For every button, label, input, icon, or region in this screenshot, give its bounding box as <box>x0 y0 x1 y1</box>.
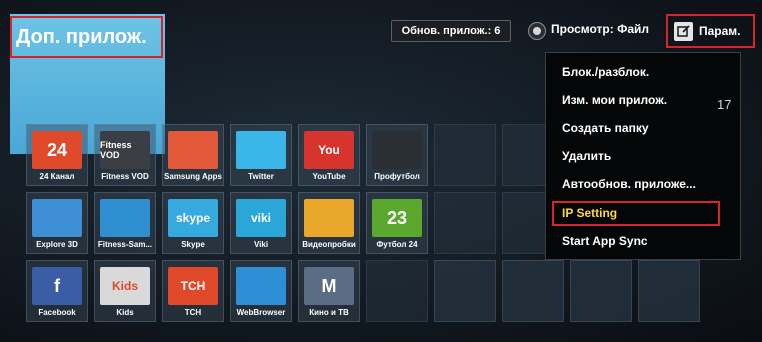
app-tile[interactable]: skype Skype <box>162 192 224 254</box>
app-tile-label: Кино и ТВ <box>309 308 349 317</box>
app-tile-label: Viki <box>253 240 269 249</box>
app-tile-label: Skype <box>181 240 205 249</box>
empty-slot <box>638 260 700 322</box>
app-tile-label: Explore 3D <box>36 240 78 249</box>
app-tile-label: Футбол 24 <box>376 240 418 249</box>
fitness-vod-icon: Fitness VOD <box>100 131 150 169</box>
app-tile-label: Facebook <box>38 308 76 317</box>
tv-24-icon: 24 <box>32 131 82 169</box>
samsung-apps-icon <box>168 131 218 169</box>
empty-slot <box>570 260 632 322</box>
app-tile[interactable]: Fitness-Sam... <box>94 192 156 254</box>
web-browser-icon <box>236 267 286 305</box>
menu-item[interactable]: Блок./разблок. <box>562 65 649 79</box>
menu-item[interactable]: Создать папку <box>562 121 649 135</box>
update-apps-button[interactable]: Обнов. прилож.: 6 <box>391 20 511 42</box>
tch-icon: ТСН <box>168 267 218 305</box>
empty-slot <box>502 260 564 322</box>
kids-icon: Kids <box>100 267 150 305</box>
app-tile[interactable]: You YouTube <box>298 124 360 186</box>
app-tile[interactable]: Samsung Apps <box>162 124 224 186</box>
app-tile-label: Fitness VOD <box>101 172 149 181</box>
tv-screen: Доп. прилож. Обнов. прилож.: 6 Просмотр:… <box>0 0 762 342</box>
options-menu: Блок./разблок. Изм. мои прилож. Создать па… <box>545 52 741 260</box>
app-tile[interactable]: Профутбол <box>366 124 428 186</box>
app-tile-label: YouTube <box>312 172 346 181</box>
page-title: Доп. прилож. <box>10 16 163 58</box>
fitness-runner-icon <box>100 199 150 237</box>
menu-item[interactable]: Удалить <box>562 149 611 163</box>
app-tile[interactable]: Kids Kids <box>94 260 156 322</box>
edit-icon <box>674 21 693 41</box>
app-tile-label: Видеопробки <box>302 240 356 249</box>
app-tile[interactable]: Explore 3D <box>26 192 88 254</box>
empty-slot <box>366 260 428 322</box>
app-tile-label: 24 Канал <box>39 172 75 181</box>
app-tile[interactable]: viki Viki <box>230 192 292 254</box>
app-tile-label: Профутбол <box>374 172 420 181</box>
twitter-icon <box>236 131 286 169</box>
skype-icon: skype <box>168 199 218 237</box>
menu-item[interactable]: Start App Sync <box>562 234 648 248</box>
app-tile[interactable]: 23 Футбол 24 <box>366 192 428 254</box>
viki-icon: viki <box>236 199 286 237</box>
menu-item[interactable]: Автообнов. приложе... <box>562 177 696 191</box>
menu-item[interactable]: Изм. мои прилож. <box>562 93 667 107</box>
app-tile-label: Fitness-Sam... <box>97 240 153 249</box>
view-mode-label[interactable]: Просмотр: Файл <box>551 22 649 36</box>
football-club-icon <box>372 131 422 169</box>
app-tile-label: Samsung Apps <box>164 172 222 181</box>
app-tile-label: Twitter <box>248 172 274 181</box>
app-tile[interactable]: ТСН TCH <box>162 260 224 322</box>
app-tile-label: TCH <box>184 308 202 317</box>
view-mode-icon[interactable] <box>528 22 546 40</box>
menu-highlight-frame <box>552 201 720 226</box>
empty-slot <box>434 260 496 322</box>
app-tile[interactable]: M Кино и ТВ <box>298 260 360 322</box>
app-tile[interactable]: Twitter <box>230 124 292 186</box>
youtube-icon: You <box>304 131 354 169</box>
traffic-video-icon <box>304 199 354 237</box>
app-tile[interactable]: Fitness VOD Fitness VOD <box>94 124 156 186</box>
page-title-text: Доп. прилож. <box>16 25 147 48</box>
app-tile[interactable]: 24 24 Канал <box>26 124 88 186</box>
app-tile[interactable]: WebBrowser <box>230 260 292 322</box>
facebook-icon: f <box>32 267 82 305</box>
update-apps-label: Обнов. прилож.: 6 <box>401 25 501 37</box>
page-counter: 17 <box>717 97 732 112</box>
empty-slot <box>434 124 496 186</box>
empty-slot <box>434 192 496 254</box>
options-button[interactable]: Парам. <box>666 14 755 48</box>
app-tile[interactable]: f Facebook <box>26 260 88 322</box>
app-tile-label: Kids <box>116 308 134 317</box>
football-24-icon: 23 <box>372 199 422 237</box>
explore-3d-icon <box>32 199 82 237</box>
app-tile[interactable]: Видеопробки <box>298 192 360 254</box>
options-label: Парам. <box>699 24 741 38</box>
movies-tv-icon: M <box>304 267 354 305</box>
app-tile-label: WebBrowser <box>236 308 286 317</box>
